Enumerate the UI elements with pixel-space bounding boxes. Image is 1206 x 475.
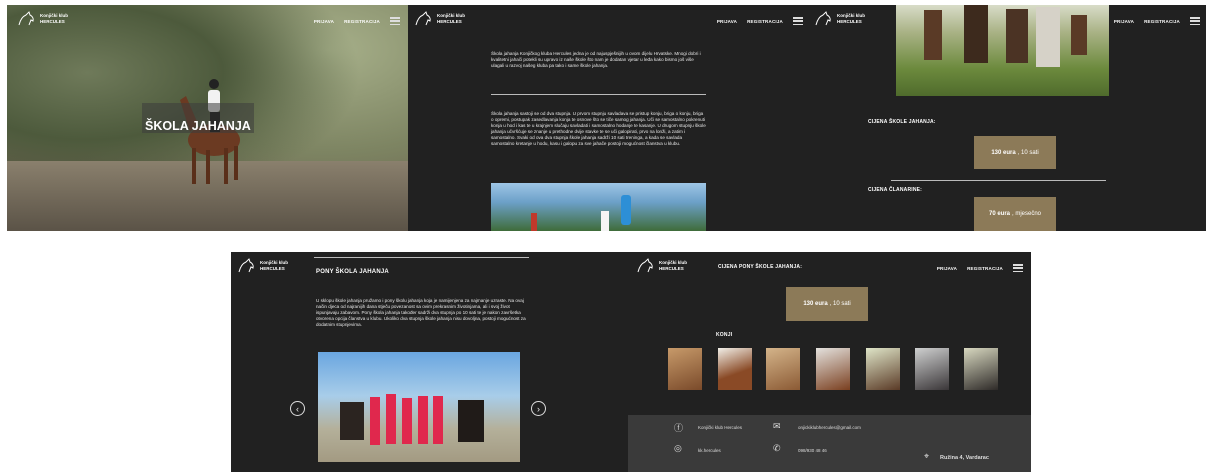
logo-line2: HERCULES (260, 266, 285, 271)
register-link[interactable]: REGISTRACIJA (967, 266, 1003, 271)
horse-thumb[interactable] (816, 348, 850, 390)
membership-period: , mjesečno (1012, 211, 1042, 217)
top-nav: PRIJAVA REGISTRACIJA (717, 17, 803, 25)
register-link[interactable]: REGISTRACIJA (344, 19, 380, 24)
price-box: 130 eura, 10 sati (974, 136, 1056, 169)
phone-icon[interactable]: ✆ (773, 443, 781, 454)
logo[interactable]: Konjički klub HERCULES (814, 11, 865, 27)
logo-line2: HERCULES (837, 19, 862, 24)
horse-logo-icon (415, 11, 431, 26)
instagram-link[interactable]: kk.hercules (698, 448, 721, 453)
section-title: PONY ŠKOLA JAHANJA (316, 269, 389, 275)
horse-logo-icon (637, 258, 653, 273)
register-link[interactable]: REGISTRACIJA (1144, 19, 1180, 24)
logo[interactable]: Konjički klub HERCULES (17, 11, 68, 27)
pony-price-title: CIJENA PONY ŠKOLE JAHANJA: (718, 264, 803, 270)
horse-thumb[interactable] (668, 348, 702, 390)
top-nav: PRIJAVA REGISTRACIJA (937, 264, 1023, 272)
logo[interactable]: Konjički klub HERCULES (636, 258, 687, 274)
divider (491, 94, 706, 95)
pony-price-panel: Konjički klub HERCULES CIJENA PONY ŠKOLE … (628, 252, 1031, 472)
pony-panel: Konjički klub HERCULES PONY ŠKOLA JAHANJA… (231, 252, 628, 472)
pony-price-duration: , 10 sati (829, 301, 851, 307)
menu-icon[interactable] (390, 17, 400, 25)
pony-price-box: 130 eura, 10 sati (786, 287, 868, 321)
levels-paragraph: Škola jahanja sastoji se od dva stupnja.… (491, 111, 706, 146)
facebook-link[interactable]: Konjički klub Hercules (698, 425, 742, 430)
login-link[interactable]: PRIJAVA (314, 19, 334, 24)
page-title: ŠKOLA JAHANJA (145, 119, 251, 133)
pony-photo (318, 352, 520, 462)
footer: ⓕ Konjički klub Hercules ✉ onjickiklubhe… (628, 415, 1031, 472)
horses-title: KONJI (716, 332, 733, 338)
price-duration: , 10 sati (1017, 149, 1039, 156)
school-photo (491, 183, 706, 231)
intro-paragraph: Škola jahanja Konjičkog kluba Hercules j… (491, 51, 701, 68)
logo[interactable]: Konjički klub HERCULES (414, 11, 465, 27)
logo-line2: HERCULES (659, 266, 684, 271)
horse-logo-icon (238, 258, 254, 273)
top-nav: PRIJAVA REGISTRACIJA (1114, 17, 1200, 25)
hero-panel: Konjički klub HERCULES PRIJAVA REGISTRACI… (7, 5, 408, 231)
pony-price-amount: 130 eura (803, 301, 828, 307)
login-link[interactable]: PRIJAVA (717, 19, 737, 24)
top-nav: PRIJAVA REGISTRACIJA (314, 17, 400, 25)
email-link[interactable]: onjickiklubhercules@gmail.com (798, 425, 861, 430)
membership-box: 70 eura, mjesečno (974, 197, 1056, 231)
address: Ružina 4, Vardarac (940, 455, 989, 461)
horse-thumb[interactable] (964, 348, 998, 390)
horse-thumb[interactable] (866, 348, 900, 390)
logo-line2: HERCULES (437, 19, 462, 24)
carousel-prev-button[interactable]: ‹ (290, 401, 305, 416)
price-panel: Konjički klub HERCULES PRIJAVA REGISTRACI… (811, 5, 1206, 231)
logo[interactable]: Konjički klub HERCULES (237, 258, 288, 274)
horse-logo-icon (18, 11, 34, 26)
horse-thumb[interactable] (718, 348, 752, 390)
membership-title: CIJENA ČLANARINE: (868, 187, 923, 193)
price-title: CIJENA ŠKOLE JAHANJA: (868, 119, 936, 125)
login-link[interactable]: PRIJAVA (937, 266, 957, 271)
menu-icon[interactable] (793, 17, 803, 25)
menu-icon[interactable] (1190, 17, 1200, 25)
register-link[interactable]: REGISTRACIJA (747, 19, 783, 24)
pony-paragraph: U sklopu škole jahanja pružamo i pony šk… (316, 298, 526, 327)
chevron-right-icon: › (537, 403, 540, 414)
logo-line2: HERCULES (40, 19, 65, 24)
horses-photo (896, 5, 1109, 96)
intro-panel: Konjički klub HERCULES PRIJAVA REGISTRACI… (408, 5, 811, 231)
horse-logo-icon (815, 11, 831, 26)
phone-number[interactable]: 098/930 48 46 (798, 448, 827, 453)
login-link[interactable]: PRIJAVA (1114, 19, 1134, 24)
mail-icon[interactable]: ✉ (773, 421, 781, 432)
carousel-next-button[interactable]: › (531, 401, 546, 416)
membership-amount: 70 eura (988, 211, 1010, 217)
price-amount: 130 eura (991, 149, 1016, 156)
divider (891, 180, 1106, 181)
location-icon: ⌖ (924, 451, 930, 461)
chevron-left-icon: ‹ (296, 403, 299, 414)
menu-icon[interactable] (1013, 264, 1023, 272)
horse-thumb[interactable] (915, 348, 949, 390)
horse-thumb[interactable] (766, 348, 800, 390)
divider (314, 257, 529, 258)
instagram-icon[interactable]: ◎ (674, 443, 682, 454)
facebook-icon[interactable]: ⓕ (674, 421, 683, 434)
